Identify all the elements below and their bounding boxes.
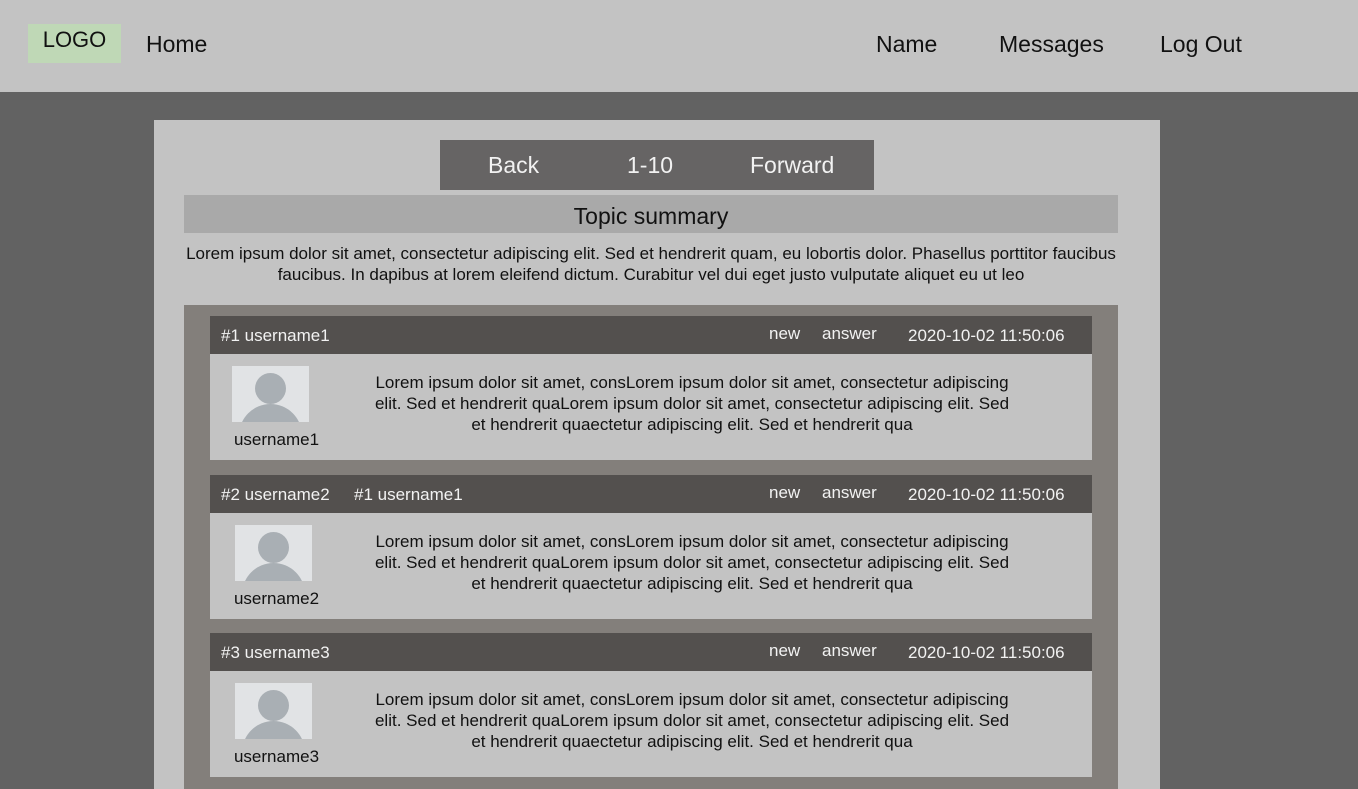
topic-summary: Lorem ipsum dolor sit amet, consectetur … (186, 244, 1116, 284)
post-reply-to[interactable]: #1 username1 (354, 485, 463, 505)
topic-panel: Back 1-10 Forward Topic summary Lorem ip… (154, 120, 1160, 789)
post-date: 2020-10-02 11:50:06 (908, 643, 1065, 662)
post-new-link[interactable]: new (769, 324, 800, 344)
avatar-body-icon (242, 721, 305, 739)
avatar[interactable] (235, 683, 312, 739)
pagination-bar: Back 1-10 Forward (440, 140, 874, 190)
pager-back-button[interactable]: Back (488, 151, 539, 179)
post-date: 2020-10-02 11:50:06 (908, 485, 1065, 504)
post-body: username2 Lorem ipsum dolor sit amet, co… (210, 513, 1092, 619)
post-answer-link[interactable]: answer (822, 641, 877, 661)
logo[interactable]: LOGO (28, 24, 121, 63)
avatar[interactable] (235, 525, 312, 581)
nav-name-link[interactable]: Name (876, 30, 937, 58)
post-header: #2 username2 #1 username1 new answer 202… (210, 475, 1092, 513)
nav-logout-link[interactable]: Log Out (1160, 30, 1242, 58)
post-item: #1 username1 new answer 2020-10-02 11:50… (210, 316, 1092, 460)
post-header: #3 username3 new answer 2020-10-02 11:50… (210, 633, 1092, 671)
avatar-username[interactable]: username3 (210, 747, 343, 767)
post-date: 2020-10-02 11:50:06 (908, 326, 1065, 345)
post-text: Lorem ipsum dolor sit amet, consLorem ip… (374, 373, 1010, 434)
nav-home-link[interactable]: Home (146, 30, 207, 58)
nav-messages-link[interactable]: Messages (999, 30, 1104, 58)
avatar-username[interactable]: username2 (210, 589, 343, 609)
avatar[interactable] (232, 366, 309, 422)
post-text: Lorem ipsum dolor sit amet, consLorem ip… (374, 532, 1010, 593)
posts-list: #1 username1 new answer 2020-10-02 11:50… (184, 305, 1118, 789)
post-answer-link[interactable]: answer (822, 483, 877, 503)
avatar-body-icon (242, 563, 305, 581)
post-body: username1 Lorem ipsum dolor sit amet, co… (210, 354, 1092, 460)
pager-forward-button[interactable]: Forward (750, 151, 834, 179)
post-body: username3 Lorem ipsum dolor sit amet, co… (210, 671, 1092, 777)
topic-title: Topic summary (184, 195, 1118, 233)
post-author[interactable]: #3 username3 (221, 643, 330, 663)
post-answer-link[interactable]: answer (822, 324, 877, 344)
post-item: #2 username2 #1 username1 new answer 202… (210, 475, 1092, 619)
post-item: #3 username3 new answer 2020-10-02 11:50… (210, 633, 1092, 777)
post-header: #1 username1 new answer 2020-10-02 11:50… (210, 316, 1092, 354)
avatar-body-icon (239, 404, 302, 422)
avatar-head-icon (258, 690, 289, 721)
post-author[interactable]: #2 username2 (221, 485, 330, 505)
avatar-head-icon (255, 373, 286, 404)
pager-range: 1-10 (627, 152, 674, 178)
top-navigation-bar: LOGO Home Name Messages Log Out (0, 0, 1358, 92)
post-text: Lorem ipsum dolor sit amet, consLorem ip… (374, 690, 1010, 751)
post-new-link[interactable]: new (769, 483, 800, 503)
avatar-username[interactable]: username1 (210, 430, 343, 450)
avatar-head-icon (258, 532, 289, 563)
post-author[interactable]: #1 username1 (221, 326, 330, 346)
post-new-link[interactable]: new (769, 641, 800, 661)
